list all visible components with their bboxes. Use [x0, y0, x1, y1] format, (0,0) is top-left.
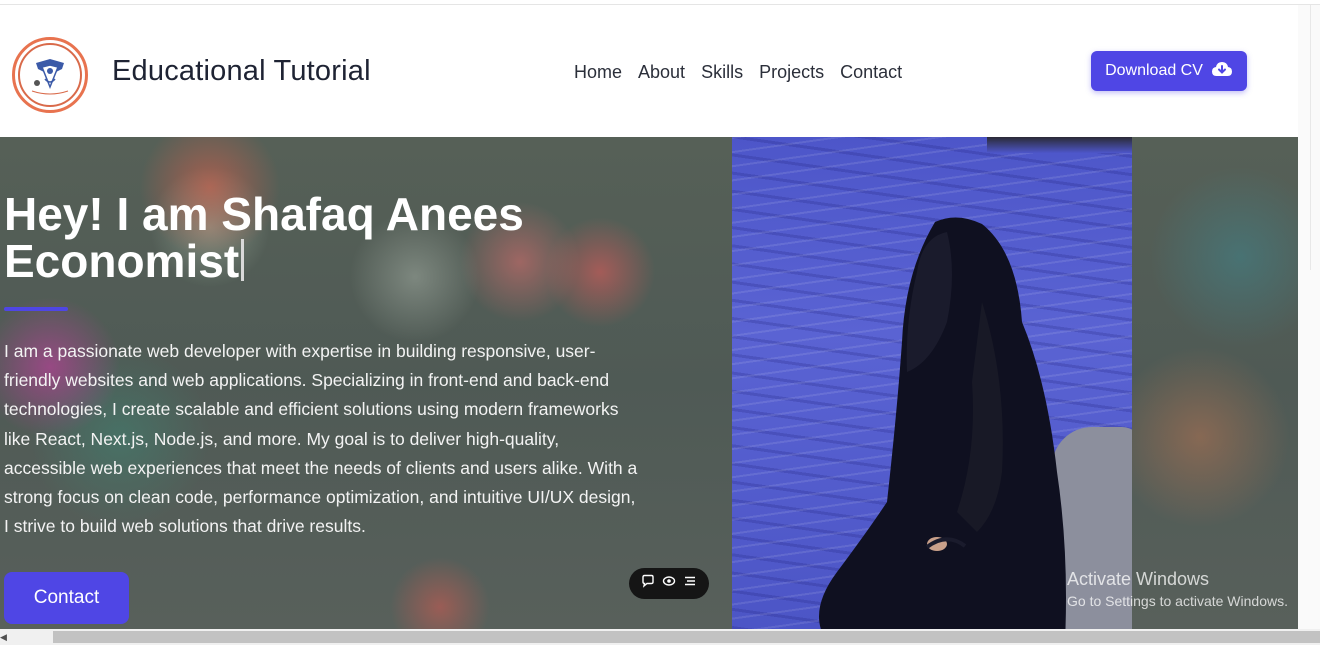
- menu-icon[interactable]: [683, 574, 697, 593]
- download-cv-label: Download CV: [1105, 62, 1203, 79]
- vertical-scrollbar-track: [1310, 5, 1311, 270]
- accent-divider: [4, 307, 68, 311]
- nav-skills-link[interactable]: Skills: [701, 62, 743, 83]
- hero-title: Hey! I am Shafaq Anees Economist: [4, 191, 524, 285]
- watermark-subtitle: Go to Settings to activate Windows.: [1067, 593, 1288, 609]
- hero-description: I am a passionate web developer with exp…: [4, 341, 638, 537]
- main-nav: Home About Skills Projects Contact: [574, 62, 902, 83]
- horizontal-scroll-thumb[interactable]: [53, 631, 1320, 643]
- site-logo[interactable]: [12, 37, 88, 113]
- nav-projects-link[interactable]: Projects: [759, 62, 824, 83]
- hero-title-line1: Hey! I am Shafaq Anees: [4, 188, 524, 240]
- contact-button[interactable]: Contact: [4, 572, 129, 624]
- hero-section: Hey! I am Shafaq Anees Economist I am a …: [0, 137, 1298, 629]
- portrait-photo: [732, 137, 1132, 629]
- nav-about-link[interactable]: About: [638, 62, 685, 83]
- hero-title-line2: Economist: [4, 235, 240, 287]
- page-right-gutter: [1298, 5, 1320, 629]
- photo-figure: [819, 217, 1066, 629]
- floating-widget: [629, 568, 709, 599]
- chat-icon[interactable]: [641, 574, 655, 593]
- scroll-left-arrow-icon[interactable]: ◀: [0, 632, 8, 642]
- nav-home-link[interactable]: Home: [574, 62, 622, 83]
- eye-icon[interactable]: [662, 574, 676, 593]
- photo-shoreline: [987, 137, 1132, 153]
- site-header: Educational Tutorial Home About Skills P…: [0, 5, 1298, 137]
- horizontal-scrollbar[interactable]: ◀: [0, 629, 1320, 645]
- windows-activation-watermark: Activate Windows Go to Settings to activ…: [1067, 569, 1288, 609]
- download-cv-button[interactable]: Download CV: [1091, 51, 1247, 91]
- cloud-download-icon: [1211, 61, 1233, 82]
- typing-caret: [241, 239, 245, 281]
- watermark-title: Activate Windows: [1067, 569, 1210, 589]
- brand-title: Educational Tutorial: [112, 55, 371, 87]
- education-badge-icon: [18, 43, 82, 107]
- nav-contact-link[interactable]: Contact: [840, 62, 902, 83]
